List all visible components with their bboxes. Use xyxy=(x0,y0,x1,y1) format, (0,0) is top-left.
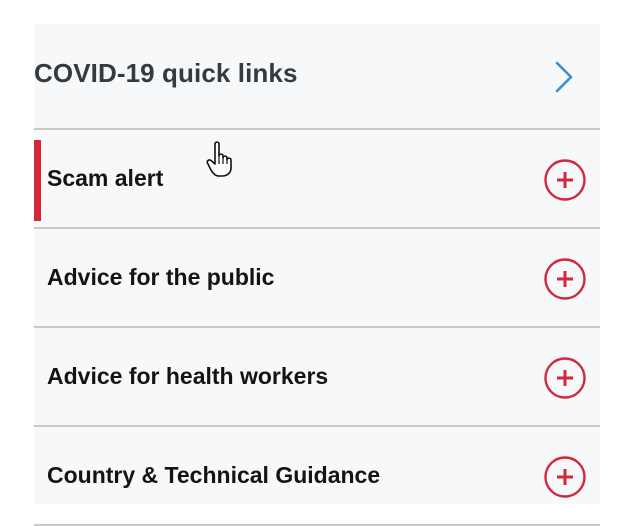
accordion-item-label: Advice for health workers xyxy=(47,363,329,389)
accordion-item-country-technical-guidance[interactable]: Country & Technical Guidance xyxy=(34,427,600,526)
active-accent-bar xyxy=(34,140,41,221)
accordion-item-scam-alert[interactable]: Scam alert xyxy=(34,130,600,229)
quick-links-title: COVID-19 quick links xyxy=(34,58,298,88)
plus-circle-icon[interactable] xyxy=(544,258,586,300)
accordion-item-label: Advice for the public xyxy=(47,264,275,290)
accordion-item-label: Scam alert xyxy=(47,165,164,191)
accordion-item-advice-health-workers[interactable]: Advice for health workers xyxy=(34,328,600,427)
plus-circle-icon[interactable] xyxy=(544,357,586,399)
hand-pointer-icon xyxy=(206,141,232,177)
chevron-right-icon[interactable] xyxy=(554,60,574,94)
quick-links-header[interactable]: COVID-19 quick links xyxy=(34,24,600,130)
accordion-item-label: Country & Technical Guidance xyxy=(47,462,381,488)
covid-quick-links-panel: COVID-19 quick links Scam alert Advice f… xyxy=(34,24,600,526)
accordion-item-advice-public[interactable]: Advice for the public xyxy=(34,229,600,328)
plus-circle-icon[interactable] xyxy=(544,159,586,201)
plus-circle-icon[interactable] xyxy=(544,456,586,498)
